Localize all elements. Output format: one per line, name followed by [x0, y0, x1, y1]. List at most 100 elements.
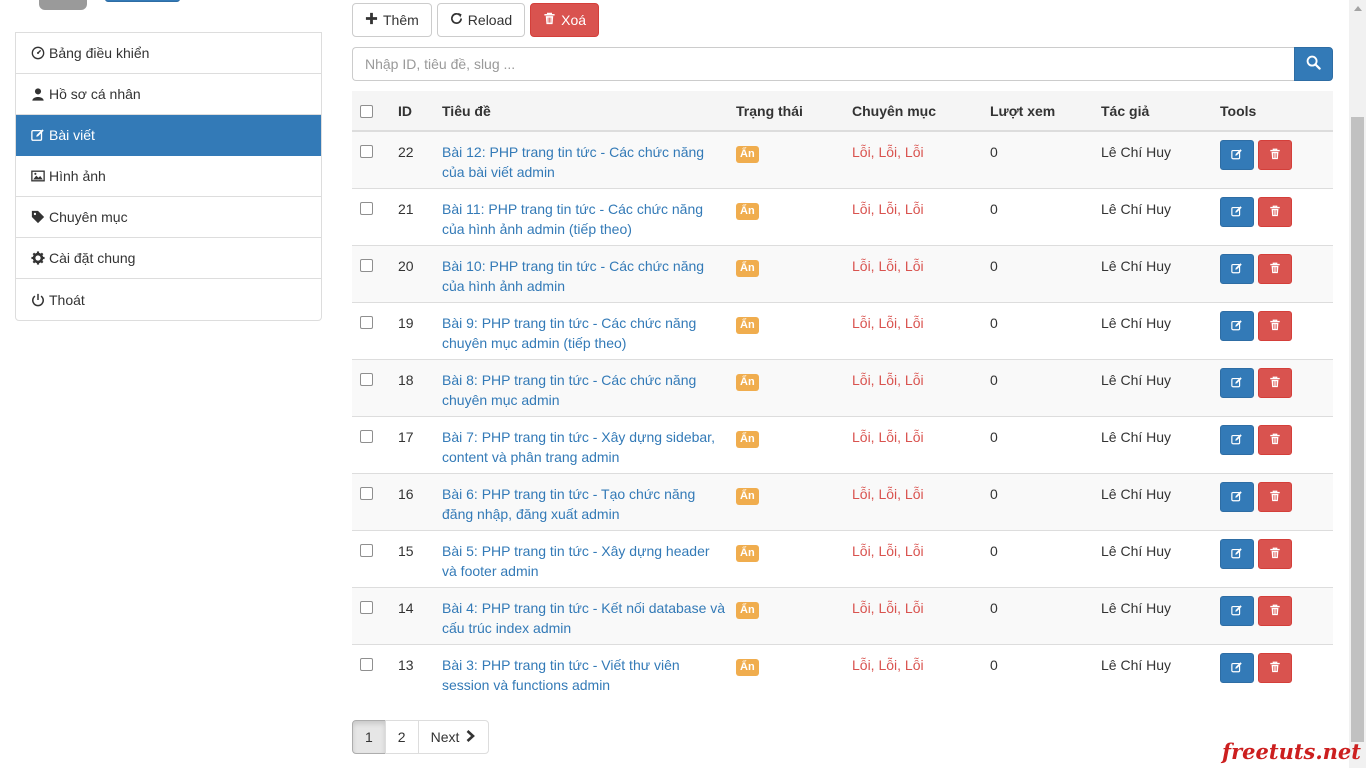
column-header-id[interactable]: ID: [398, 91, 442, 132]
row-checkbox[interactable]: [360, 429, 373, 443]
delete-post-button[interactable]: [1258, 538, 1292, 569]
row-checkbox[interactable]: [360, 315, 373, 329]
delete-post-button[interactable]: [1258, 140, 1292, 170]
row-checkbox[interactable]: [360, 543, 373, 557]
status-badge: Ẩn: [736, 146, 759, 163]
post-title-link[interactable]: Bài 12: PHP trang tin tức - Các chức năn…: [442, 144, 704, 180]
delete-post-button[interactable]: [1258, 652, 1292, 683]
post-title-link[interactable]: Bài 3: PHP trang tin tức - Viết thư viên…: [442, 657, 680, 693]
row-views: 0: [990, 428, 998, 445]
delete-post-button[interactable]: [1258, 367, 1292, 398]
post-title-link[interactable]: Bài 8: PHP trang tin tức - Các chức năng…: [442, 372, 696, 408]
reload-button[interactable]: Reload: [436, 3, 526, 37]
row-checkbox[interactable]: [360, 372, 373, 386]
profile-button[interactable]: [105, 0, 180, 2]
row-category: Lỗi, Lỗi, Lỗi: [852, 200, 924, 217]
row-id: 19: [398, 314, 414, 331]
status-badge: Ẩn: [736, 430, 759, 448]
page-2-button[interactable]: 2: [384, 720, 419, 754]
row-checkbox[interactable]: [360, 258, 373, 272]
edit-post-button[interactable]: [1220, 253, 1254, 284]
edit-post-button[interactable]: [1220, 196, 1254, 227]
row-checkbox[interactable]: [360, 486, 373, 500]
chevron-right-icon: [465, 729, 476, 745]
sidebar-item-label: Hình ảnh: [49, 168, 106, 184]
edit-post-button[interactable]: [1220, 538, 1254, 569]
status-badge: Ẩn: [736, 316, 759, 334]
row-checkbox[interactable]: [360, 201, 373, 215]
delete-post-button[interactable]: [1258, 481, 1292, 512]
row-category: Lỗi, Lỗi, Lỗi: [852, 371, 924, 388]
column-header-title[interactable]: Tiêu đề: [442, 91, 736, 132]
row-views: 0: [990, 257, 998, 274]
trash-icon: [1269, 487, 1281, 507]
status-badge: Ẩn: [736, 373, 759, 391]
edit-post-button[interactable]: [1220, 652, 1254, 683]
sidebar-item-images[interactable]: Hình ảnh: [16, 156, 321, 197]
trash-icon: [1269, 202, 1281, 222]
edit-post-button[interactable]: [1220, 481, 1254, 512]
trash-icon: [543, 12, 556, 28]
sidebar-item-settings[interactable]: Cài đặt chung: [16, 238, 321, 279]
delete-post-button[interactable]: [1258, 196, 1292, 227]
sidebar-item-logout[interactable]: Thoát: [16, 279, 321, 320]
sidebar-item-categories[interactable]: Chuyên mục: [16, 197, 321, 238]
trash-icon: [1269, 658, 1281, 678]
post-title-link[interactable]: Bài 11: PHP trang tin tức - Các chức năn…: [442, 201, 703, 237]
post-title-link[interactable]: Bài 10: PHP trang tin tức - Các chức năn…: [442, 258, 704, 294]
reload-button-label: Reload: [467, 12, 513, 28]
tag-icon: [31, 210, 45, 224]
trash-icon: [1269, 259, 1281, 279]
page-scrollbar[interactable]: [1349, 0, 1366, 768]
delete-button[interactable]: Xoá: [530, 3, 600, 37]
table-row: 17 Bài 7: PHP trang tin tức - Xây dựng s…: [352, 416, 1333, 473]
posts-table: ID Tiêu đề Trạng thái Chuyên mục Lượt xe…: [352, 91, 1333, 701]
post-title-link[interactable]: Bài 9: PHP trang tin tức - Các chức năng…: [442, 315, 696, 351]
watermark-logo: freetuts.net: [1222, 739, 1361, 764]
scroll-up-arrow-icon[interactable]: [1349, 0, 1366, 17]
next-page-label: Next: [430, 729, 460, 745]
row-checkbox[interactable]: [360, 657, 373, 671]
row-author: Lê Chí Huy: [1101, 542, 1172, 559]
row-checkbox[interactable]: [360, 145, 373, 158]
dashboard-icon: [31, 46, 45, 60]
edit-post-button[interactable]: [1220, 595, 1254, 626]
sidebar-item-dashboard[interactable]: Bảng điều khiển: [16, 33, 321, 74]
delete-post-button[interactable]: [1258, 595, 1292, 626]
edit-post-button[interactable]: [1220, 310, 1254, 341]
add-button[interactable]: Thêm: [352, 3, 432, 37]
post-title-link[interactable]: Bài 6: PHP trang tin tức - Tạo chức năng…: [442, 486, 695, 522]
row-category: Lỗi, Lỗi, Lỗi: [852, 428, 924, 445]
next-page-button[interactable]: Next: [417, 720, 490, 754]
delete-button-label: Xoá: [561, 12, 587, 28]
toolbar: Thêm Reload Xoá: [352, 3, 600, 37]
row-checkbox[interactable]: [360, 600, 373, 614]
row-category: Lỗi, Lỗi, Lỗi: [852, 656, 924, 673]
post-title-link[interactable]: Bài 4: PHP trang tin tức - Kết nối datab…: [442, 600, 725, 636]
edit-post-button[interactable]: [1220, 367, 1254, 398]
search-icon: [1306, 55, 1321, 73]
page-1-button[interactable]: 1: [352, 720, 386, 754]
post-title-link[interactable]: Bài 5: PHP trang tin tức - Xây dựng head…: [442, 543, 710, 579]
edit-post-button[interactable]: [1220, 424, 1254, 455]
sidebar-item-posts[interactable]: Bài viết: [16, 115, 321, 156]
post-title-link[interactable]: Bài 7: PHP trang tin tức - Xây dựng side…: [442, 429, 715, 465]
delete-post-button[interactable]: [1258, 253, 1292, 284]
delete-post-button[interactable]: [1258, 310, 1292, 341]
row-category: Lỗi, Lỗi, Lỗi: [852, 257, 924, 274]
delete-post-button[interactable]: [1258, 424, 1292, 455]
column-header-views[interactable]: Lượt xem: [990, 91, 1101, 132]
sidebar-item-profile[interactable]: Hồ sơ cá nhân: [16, 74, 321, 115]
select-all-checkbox[interactable]: [360, 105, 373, 119]
plus-icon: [365, 12, 378, 28]
scrollbar-thumb[interactable]: [1351, 117, 1364, 742]
avatar: [39, 0, 87, 10]
search-button[interactable]: [1294, 47, 1333, 81]
edit-post-button[interactable]: [1220, 140, 1254, 170]
column-header-status[interactable]: Trạng thái: [736, 91, 852, 132]
power-icon: [31, 293, 45, 307]
row-category: Lỗi, Lỗi, Lỗi: [852, 599, 924, 616]
column-header-category[interactable]: Chuyên mục: [852, 91, 990, 132]
column-header-author[interactable]: Tác giả: [1101, 91, 1220, 132]
search-input[interactable]: [352, 47, 1294, 81]
